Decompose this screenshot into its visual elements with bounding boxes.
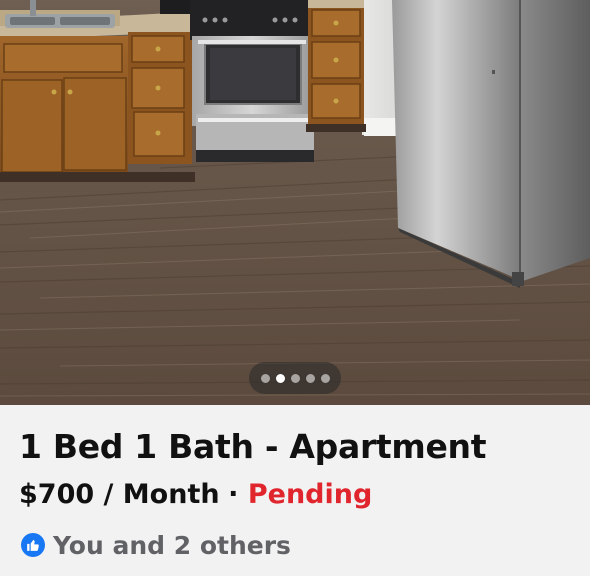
price-line: $700 / Month · Pending (19, 479, 372, 510)
listing-price: $700 / Month (19, 479, 220, 510)
listing-photo[interactable] (0, 0, 590, 405)
pager-dot[interactable] (320, 373, 330, 383)
thumbs-up-icon (21, 533, 45, 557)
pager-dot[interactable] (260, 373, 270, 383)
listing-title: 1 Bed 1 Bath - Apartment (19, 427, 487, 466)
pager-dot[interactable] (305, 373, 315, 383)
kitchen-photo-illustration (0, 0, 590, 405)
likes-text: You and 2 others (53, 530, 291, 560)
photo-pager[interactable] (249, 362, 341, 394)
pager-dot-active[interactable] (275, 373, 285, 383)
status-badge: Pending (247, 479, 373, 510)
listing-info: 1 Bed 1 Bath - Apartment $700 / Month · … (0, 405, 590, 576)
pager-dot[interactable] (290, 373, 300, 383)
listing-card: 1 Bed 1 Bath - Apartment $700 / Month · … (0, 0, 590, 576)
likes-row[interactable]: You and 2 others (21, 530, 291, 560)
separator-dot: · (228, 479, 248, 510)
